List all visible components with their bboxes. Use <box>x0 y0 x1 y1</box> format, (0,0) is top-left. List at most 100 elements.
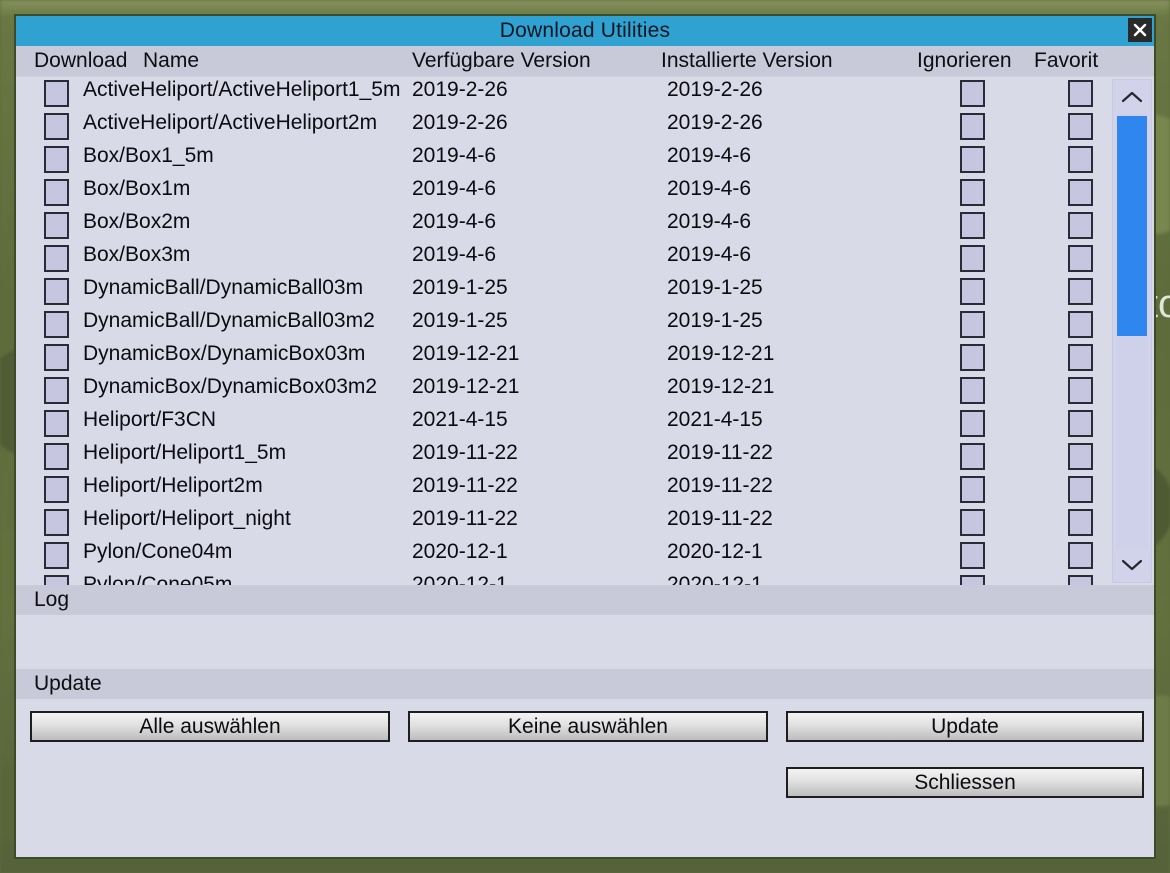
ignore-checkbox[interactable] <box>960 377 985 404</box>
column-header-available-version[interactable]: Verfügbare Version <box>412 49 591 73</box>
favorite-checkbox[interactable] <box>1068 575 1093 585</box>
scrollbar-thumb[interactable] <box>1117 116 1147 336</box>
column-header-name[interactable]: Name <box>143 49 199 73</box>
cell-name: Pylon/Cone04m <box>83 540 232 564</box>
download-checkbox[interactable] <box>44 575 69 585</box>
cell-available-version: 2020-12-1 <box>412 573 508 585</box>
ignore-checkbox[interactable] <box>960 575 985 585</box>
favorite-checkbox[interactable] <box>1068 80 1093 107</box>
download-checkbox[interactable] <box>44 443 69 470</box>
cell-available-version: 2019-11-22 <box>412 441 518 465</box>
ignore-checkbox[interactable] <box>960 245 985 272</box>
cell-installed-version: 2019-11-22 <box>667 507 773 531</box>
cell-installed-version: 2019-4-6 <box>667 210 751 234</box>
table-row[interactable]: Heliport/Heliport2m2019-11-222019-11-22 <box>16 473 1154 506</box>
download-checkbox[interactable] <box>44 377 69 404</box>
favorite-checkbox[interactable] <box>1068 344 1093 371</box>
cell-installed-version: 2020-12-1 <box>667 573 763 585</box>
close-button[interactable] <box>1128 18 1152 42</box>
update-button[interactable]: Update <box>786 711 1144 742</box>
favorite-checkbox[interactable] <box>1068 278 1093 305</box>
table-row[interactable]: Heliport/Heliport_night2019-11-222019-11… <box>16 506 1154 539</box>
ignore-checkbox[interactable] <box>960 212 985 239</box>
cell-available-version: 2020-12-1 <box>412 540 508 564</box>
favorite-checkbox[interactable] <box>1068 311 1093 338</box>
cell-available-version: 2019-2-26 <box>412 111 508 135</box>
column-header-ignore[interactable]: Ignorieren <box>917 49 1012 73</box>
download-checkbox[interactable] <box>44 311 69 338</box>
ignore-checkbox[interactable] <box>960 179 985 206</box>
table-row[interactable]: DynamicBox/DynamicBox03m2019-12-212019-1… <box>16 341 1154 374</box>
scroll-up-button[interactable] <box>1113 80 1151 114</box>
ignore-checkbox[interactable] <box>960 344 985 371</box>
download-checkbox[interactable] <box>44 476 69 503</box>
cell-available-version: 2019-1-25 <box>412 276 508 300</box>
ignore-checkbox[interactable] <box>960 509 985 536</box>
table-row[interactable]: Box/Box2m2019-4-62019-4-6 <box>16 209 1154 242</box>
favorite-checkbox[interactable] <box>1068 542 1093 569</box>
favorite-checkbox[interactable] <box>1068 377 1093 404</box>
download-checkbox[interactable] <box>44 146 69 173</box>
table-row[interactable]: DynamicBox/DynamicBox03m22019-12-212019-… <box>16 374 1154 407</box>
cell-available-version: 2019-12-21 <box>412 342 519 366</box>
cell-installed-version: 2019-2-26 <box>667 78 763 102</box>
download-checkbox[interactable] <box>44 344 69 371</box>
cell-available-version: 2019-4-6 <box>412 144 496 168</box>
table-row[interactable]: Box/Box1_5m2019-4-62019-4-6 <box>16 143 1154 176</box>
ignore-checkbox[interactable] <box>960 80 985 107</box>
cell-name: Heliport/Heliport2m <box>83 474 263 498</box>
ignore-checkbox[interactable] <box>960 410 985 437</box>
table-row[interactable]: Heliport/Heliport1_5m2019-11-222019-11-2… <box>16 440 1154 473</box>
table-row[interactable]: DynamicBall/DynamicBall03m22019-1-252019… <box>16 308 1154 341</box>
download-checkbox[interactable] <box>44 278 69 305</box>
table-row[interactable]: ActiveHeliport/ActiveHeliport1_5m2019-2-… <box>16 77 1154 110</box>
favorite-checkbox[interactable] <box>1068 509 1093 536</box>
ignore-checkbox[interactable] <box>960 146 985 173</box>
column-header-favorite[interactable]: Favorit <box>1034 49 1098 73</box>
table-row[interactable]: DynamicBall/DynamicBall03m2019-1-252019-… <box>16 275 1154 308</box>
table-row[interactable]: Box/Box1m2019-4-62019-4-6 <box>16 176 1154 209</box>
favorite-checkbox[interactable] <box>1068 443 1093 470</box>
close-dialog-button[interactable]: Schliessen <box>786 767 1144 798</box>
table-row[interactable]: Pylon/Cone04m2020-12-12020-12-1 <box>16 539 1154 572</box>
favorite-checkbox[interactable] <box>1068 179 1093 206</box>
favorite-checkbox[interactable] <box>1068 113 1093 140</box>
ignore-checkbox[interactable] <box>960 443 985 470</box>
cell-available-version: 2019-4-6 <box>412 210 496 234</box>
scroll-down-button[interactable] <box>1113 548 1151 582</box>
download-checkbox[interactable] <box>44 245 69 272</box>
cell-installed-version: 2019-1-25 <box>667 276 763 300</box>
chevron-up-icon <box>1120 90 1144 104</box>
ignore-checkbox[interactable] <box>960 311 985 338</box>
download-checkbox[interactable] <box>44 410 69 437</box>
list-scrollbar[interactable] <box>1112 79 1152 583</box>
download-checkbox[interactable] <box>44 113 69 140</box>
ignore-checkbox[interactable] <box>960 542 985 569</box>
download-checkbox[interactable] <box>44 179 69 206</box>
column-header-installed-version[interactable]: Installierte Version <box>661 49 833 73</box>
ignore-checkbox[interactable] <box>960 278 985 305</box>
cell-available-version: 2019-4-6 <box>412 177 496 201</box>
download-checkbox[interactable] <box>44 509 69 536</box>
download-checkbox[interactable] <box>44 212 69 239</box>
favorite-checkbox[interactable] <box>1068 146 1093 173</box>
download-checkbox[interactable] <box>44 80 69 107</box>
download-checkbox[interactable] <box>44 542 69 569</box>
ignore-checkbox[interactable] <box>960 476 985 503</box>
table-row[interactable]: ActiveHeliport/ActiveHeliport2m2019-2-26… <box>16 110 1154 143</box>
table-row[interactable]: Box/Box3m2019-4-62019-4-6 <box>16 242 1154 275</box>
favorite-checkbox[interactable] <box>1068 212 1093 239</box>
favorite-checkbox[interactable] <box>1068 476 1093 503</box>
favorite-checkbox[interactable] <box>1068 410 1093 437</box>
cell-available-version: 2019-4-6 <box>412 243 496 267</box>
cell-installed-version: 2019-2-26 <box>667 111 763 135</box>
cell-available-version: 2019-2-26 <box>412 78 508 102</box>
select-all-button[interactable]: Alle auswählen <box>30 711 390 742</box>
favorite-checkbox[interactable] <box>1068 245 1093 272</box>
ignore-checkbox[interactable] <box>960 113 985 140</box>
table-row[interactable]: Heliport/F3CN2021-4-152021-4-15 <box>16 407 1154 440</box>
cell-available-version: 2019-11-22 <box>412 507 518 531</box>
table-row[interactable]: Pylon/Cone05m2020-12-12020-12-1 <box>16 572 1154 585</box>
column-header-download[interactable]: Download <box>34 49 127 73</box>
select-none-button[interactable]: Keine auswählen <box>408 711 768 742</box>
